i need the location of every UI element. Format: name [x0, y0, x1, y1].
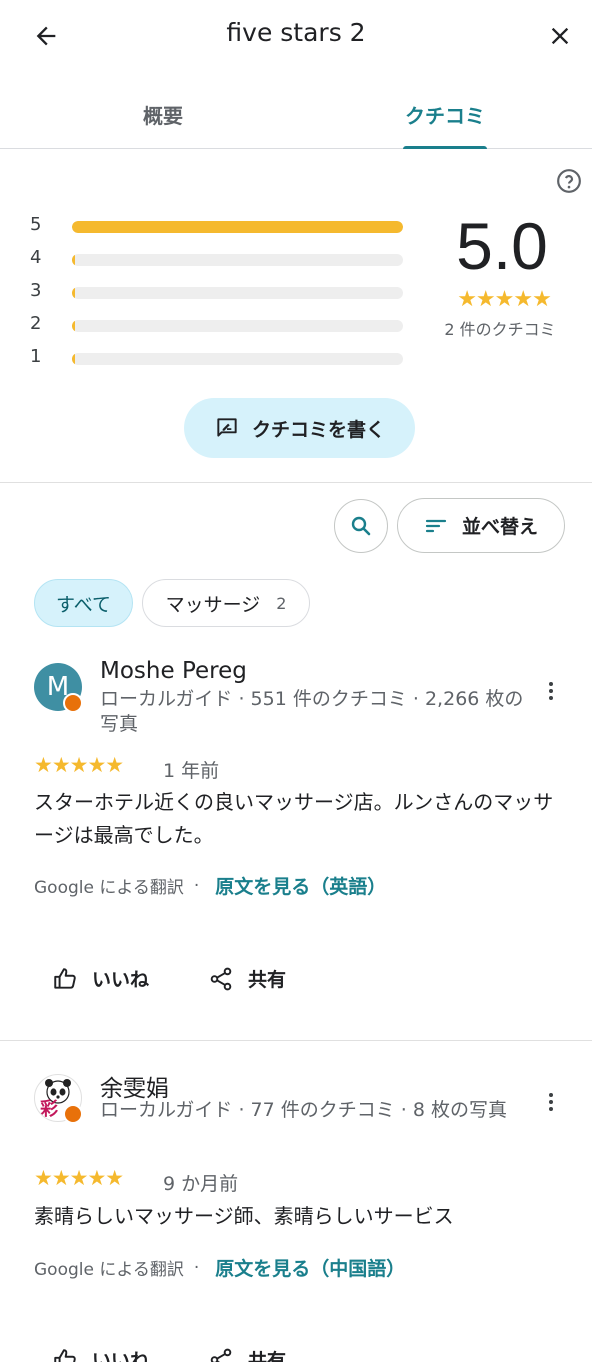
- rating-row: 5: [30, 210, 410, 243]
- sort-label: 並べ替え: [461, 516, 538, 538]
- share-button[interactable]: 共有: [208, 1346, 286, 1362]
- thumbs-up-icon: [54, 967, 76, 989]
- dot-icon: [549, 689, 553, 693]
- rating-row-star: 3: [30, 280, 42, 301]
- close-button[interactable]: [542, 18, 578, 54]
- sort-icon: [425, 519, 447, 532]
- sort-button[interactable]: 並べ替え: [397, 498, 565, 553]
- translated-by: Google による翻訳: [34, 1260, 184, 1280]
- rating-row-star: 4: [30, 247, 42, 268]
- rating-row: 2: [30, 309, 410, 342]
- dot-icon: [549, 1093, 553, 1097]
- rating-distribution: 5 4 3 2 1: [30, 210, 410, 375]
- see-original-link[interactable]: 原文を見る（英語）: [215, 872, 386, 899]
- active-tab-indicator: [403, 146, 487, 149]
- rating-bar: [72, 320, 403, 332]
- rating-bar: [72, 353, 403, 365]
- tab-label: クチコミ: [405, 104, 485, 128]
- review-date: 1 年前: [163, 760, 220, 782]
- review-text: 素晴らしいマッサージ師、素晴らしいサービス: [34, 1204, 454, 1228]
- filter-chip-all[interactable]: すべて: [34, 579, 133, 627]
- rating-bar-fill: [72, 353, 75, 365]
- chip-label: マッサージ: [165, 593, 261, 616]
- more-options-button[interactable]: [540, 1088, 562, 1116]
- rating-bar-fill: [72, 287, 75, 299]
- translation-line: Google による翻訳 · 原文を見る（中国語）: [34, 1254, 405, 1281]
- local-guide-badge-icon: [63, 693, 83, 713]
- rating-bar-fill: [72, 254, 75, 266]
- reviewer-meta: ローカルガイド · 77 件のクチコミ · 8 枚の写真: [100, 1099, 508, 1121]
- tab-label: 概要: [143, 104, 183, 128]
- filter-chip-massage[interactable]: マッサージ 2: [142, 579, 310, 627]
- avatar-initial: 彩: [40, 1099, 58, 1120]
- share-icon: [210, 967, 232, 990]
- close-icon: [551, 27, 569, 45]
- page-title: five stars 2: [226, 18, 366, 47]
- dot-icon: [549, 1107, 553, 1111]
- chip-label: すべて: [56, 593, 111, 616]
- reviewer-meta: ローカルガイド · 551 件のクチコミ · 2,266 枚の写真: [100, 688, 524, 735]
- rating-row: 4: [30, 243, 410, 276]
- rating-bar: [72, 287, 403, 299]
- review-date: 9 か月前: [163, 1173, 239, 1195]
- rating-bar: [72, 254, 403, 266]
- rating-row-star: 1: [30, 346, 42, 367]
- rating-row-star: 2: [30, 313, 42, 334]
- review-text: スターホテル近くの良いマッサージ店。ルンさんのマッサージは最高でした。: [34, 790, 554, 847]
- rating-row: 3: [30, 276, 410, 309]
- local-guide-badge-icon: [63, 1104, 83, 1124]
- average-rating: 5.0: [456, 209, 548, 283]
- chip-count: 2: [276, 593, 287, 613]
- translated-by: Google による翻訳: [34, 878, 184, 898]
- tab-reviews[interactable]: クチコミ: [400, 100, 490, 149]
- reviewer-name[interactable]: Moshe Pereg: [100, 658, 247, 684]
- divider: [0, 1040, 592, 1041]
- like-label: いいね: [92, 969, 150, 991]
- rating-bar-fill: [72, 320, 75, 332]
- tab-bar: 概要 クチコミ: [0, 80, 592, 149]
- write-review-button[interactable]: クチコミを書く: [184, 398, 415, 458]
- share-button[interactable]: 共有: [208, 965, 286, 992]
- rating-bar: [72, 221, 403, 233]
- divider: [0, 482, 592, 483]
- tab-overview[interactable]: 概要: [120, 100, 206, 149]
- help-icon[interactable]: [556, 168, 582, 194]
- like-button[interactable]: いいね: [52, 1346, 149, 1362]
- translation-line: Google による翻訳 · 原文を見る（英語）: [34, 872, 386, 899]
- dot-icon: [549, 696, 553, 700]
- review-count: 2 件のクチコミ: [444, 320, 556, 339]
- header: five stars 2: [0, 0, 592, 70]
- like-button[interactable]: いいね: [52, 965, 149, 992]
- review-stars: ★★★★★: [34, 1166, 124, 1190]
- review-stars: ★★★★★: [34, 753, 124, 777]
- rating-bar-fill: [72, 221, 403, 233]
- write-review-icon: [217, 418, 237, 437]
- write-review-label: クチコミを書く: [251, 418, 385, 441]
- share-label: 共有: [248, 969, 287, 991]
- dot-icon: [549, 1100, 553, 1104]
- see-original-link[interactable]: 原文を見る（中国語）: [215, 1254, 405, 1281]
- share-icon: [210, 1348, 232, 1362]
- rating-row: 1: [30, 342, 410, 375]
- like-label: いいね: [92, 1350, 150, 1362]
- more-options-button[interactable]: [540, 677, 562, 705]
- search-icon: [351, 516, 371, 536]
- thumbs-up-icon: [54, 1348, 76, 1362]
- search-reviews-button[interactable]: [334, 499, 388, 553]
- rating-row-star: 5: [30, 214, 42, 235]
- dot-icon: [549, 682, 553, 686]
- average-rating-stars: ★★★★★: [457, 287, 552, 312]
- share-label: 共有: [248, 1350, 287, 1362]
